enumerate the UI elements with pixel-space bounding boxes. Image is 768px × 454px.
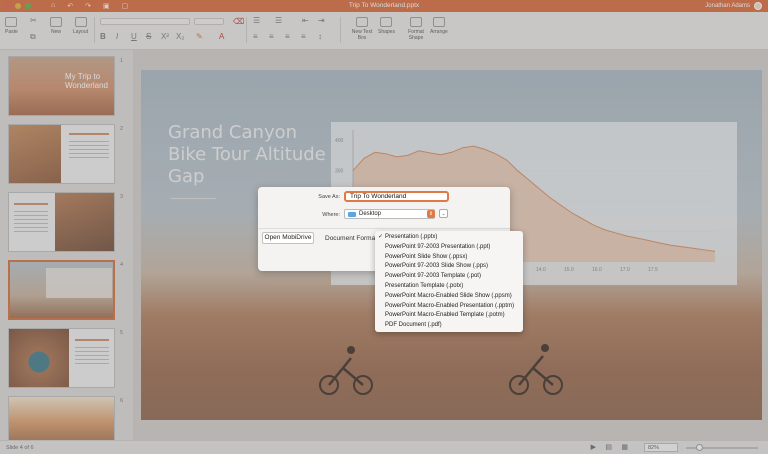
format-option[interactable]: Presentation Template (.potx) — [375, 282, 523, 292]
format-option[interactable]: PowerPoint 97-2003 Template (.pot) — [375, 272, 523, 282]
format-option-label: PowerPoint Macro-Enabled Presentation (.… — [385, 302, 515, 309]
checkmark-icon: ✓ — [378, 234, 384, 240]
where-stepper-icon[interactable]: ⇕ — [427, 210, 435, 218]
format-option[interactable]: PowerPoint 97-2003 Slide Show (.pps) — [375, 262, 523, 272]
save-as-label: Save As: — [318, 194, 340, 200]
document-format-menu[interactable]: ✓ Presentation (.pptx) PowerPoint 97-2003 … — [375, 231, 523, 332]
dialog-divider — [258, 228, 510, 229]
where-value: Desktop — [359, 211, 382, 217]
open-mobidrive-button[interactable]: Open MobiDrive — [262, 232, 314, 244]
format-option-label: Presentation (.pptx) — [385, 234, 438, 240]
expand-dialog-button[interactable]: ⌄ — [439, 209, 448, 218]
format-option-label: PowerPoint Slide Show (.ppsx) — [385, 253, 468, 260]
format-option-label: Presentation Template (.potx) — [385, 282, 464, 289]
document-format-label: Document Format — [325, 235, 378, 242]
format-option[interactable]: PowerPoint Macro-Enabled Slide Show (.pp… — [375, 292, 523, 302]
format-option[interactable]: PowerPoint Macro-Enabled Template (.potm… — [375, 311, 523, 321]
app-window: ⌂ ↶ ↷ ▣ ▢ Trip To Wonderland.pptx Jonath… — [0, 0, 768, 454]
folder-icon — [348, 212, 356, 217]
format-option[interactable]: ✓ Presentation (.pptx) — [375, 233, 523, 243]
format-option[interactable]: PowerPoint 97-2003 Presentation (.ppt) — [375, 243, 523, 253]
format-option-label: PowerPoint 97-2003 Slide Show (.pps) — [385, 263, 489, 270]
save-as-input[interactable]: Trip To Wonderland — [344, 191, 449, 202]
format-option-label: PowerPoint 97-2003 Presentation (.ppt) — [385, 243, 491, 250]
format-option-label: PowerPoint Macro-Enabled Template (.potm… — [385, 312, 505, 319]
where-select[interactable]: Desktop — [344, 209, 435, 219]
format-option[interactable]: PowerPoint Macro-Enabled Presentation (.… — [375, 302, 523, 312]
format-option-label: PDF Document (.pdf) — [385, 322, 442, 329]
format-option[interactable]: PowerPoint Slide Show (.ppsx) — [375, 253, 523, 263]
format-option[interactable]: PDF Document (.pdf) — [375, 321, 523, 331]
format-option-label: PowerPoint Macro-Enabled Slide Show (.pp… — [385, 292, 512, 299]
format-option-label: PowerPoint 97-2003 Template (.pot) — [385, 273, 481, 280]
where-label: Where: — [322, 212, 340, 218]
